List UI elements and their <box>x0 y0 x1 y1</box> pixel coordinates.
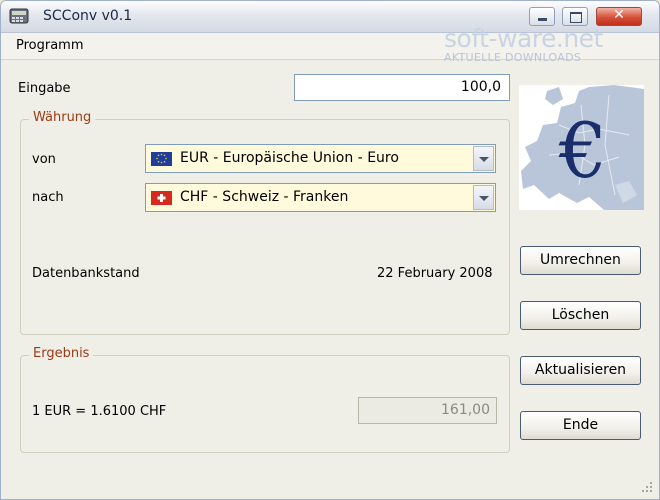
watermark-subtitle: AKTUELLE DOWNLOADS <box>444 51 582 64</box>
watermark: soft-ware.net AKTUELLE DOWNLOADS <box>444 24 603 64</box>
nach-select-value: CHF - Schweiz - Franken <box>180 189 349 205</box>
menu-programm[interactable]: Programm <box>16 38 84 53</box>
minimize-icon <box>538 18 547 21</box>
von-dropdown-button[interactable] <box>473 146 494 171</box>
eingabe-label: Eingabe <box>18 81 71 96</box>
eu-flag-icon <box>151 152 172 166</box>
svg-text:€: € <box>558 106 607 195</box>
von-select-value: EUR - Europäische Union - Euro <box>180 150 399 166</box>
umrechnen-button[interactable]: Umrechnen <box>520 246 641 275</box>
swiss-flag-icon <box>151 191 172 205</box>
rate-text: 1 EUR = 1.6100 CHF <box>32 404 167 419</box>
von-select[interactable]: EUR - Europäische Union - Euro <box>145 144 496 173</box>
eingabe-value: 100,0 <box>460 79 501 95</box>
nach-dropdown-button[interactable] <box>473 185 494 210</box>
euro-map-icon: € <box>519 85 644 210</box>
maximize-icon <box>570 12 582 23</box>
chevron-down-icon <box>479 196 489 201</box>
loeschen-button[interactable]: Löschen <box>520 301 641 330</box>
nach-select[interactable]: CHF - Schweiz - Franken <box>145 183 496 212</box>
app-window: SCConv v0.1 ✕ Programm soft-ware.net AKT… <box>0 0 660 500</box>
ergebnis-group-title: Ergebnis <box>29 346 94 361</box>
watermark-brand: soft-ware.net <box>444 24 603 53</box>
close-icon: ✕ <box>613 7 625 23</box>
datenbankstand-date: 22 February 2008 <box>377 266 493 281</box>
aktualisieren-button[interactable]: Aktualisieren <box>520 356 641 385</box>
waehrung-group-title: Währung <box>29 110 96 125</box>
resize-grip-icon[interactable] <box>641 481 653 493</box>
window-title: SCConv v0.1 <box>43 8 133 24</box>
eingabe-input[interactable]: 100,0 <box>294 74 510 101</box>
result-field: 161,00 <box>358 397 497 424</box>
calculator-icon <box>9 8 29 24</box>
result-value: 161,00 <box>441 402 490 418</box>
nach-label: nach <box>32 190 64 205</box>
ende-button[interactable]: Ende <box>520 411 641 440</box>
datenbankstand-label: Datenbankstand <box>32 266 140 281</box>
von-label: von <box>32 152 56 167</box>
chevron-down-icon <box>479 157 489 162</box>
